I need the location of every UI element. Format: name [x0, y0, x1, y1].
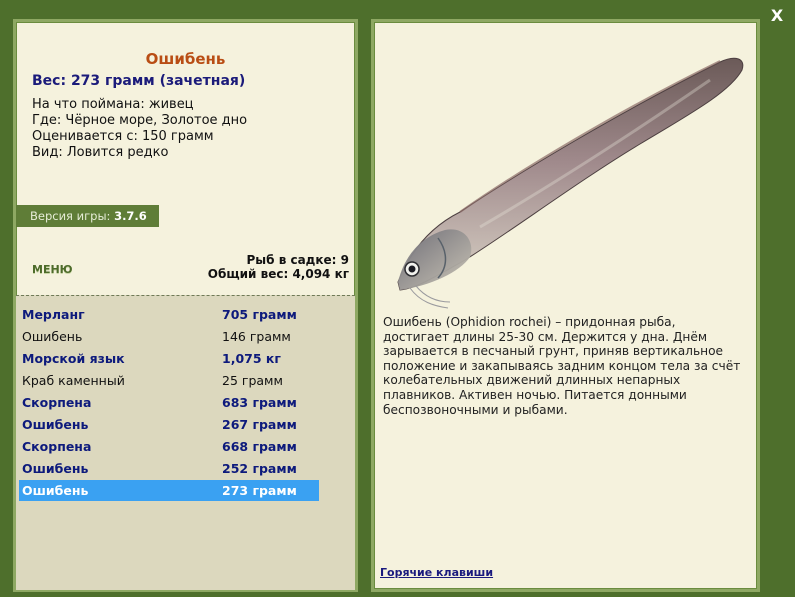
- row-fish-weight: 146 грамм: [222, 329, 291, 344]
- catch-list[interactable]: Мерланг 705 грамм Ошибень 146 грамм Морс…: [16, 295, 355, 590]
- row-fish-weight: 668 грамм: [222, 439, 297, 454]
- fish-detail-panel: Ошибень (Ophidion rochei) – придонная ры…: [371, 19, 760, 592]
- menu-button[interactable]: МЕНЮ: [32, 263, 73, 276]
- row-fish-weight: 705 грамм: [222, 307, 297, 322]
- fish-title: Ошибень: [145, 50, 226, 68]
- row-fish-name: Скорпена: [22, 395, 92, 410]
- row-fish-weight: 1,075 кг: [222, 351, 281, 366]
- row-fish-name: Ошибень: [22, 483, 89, 498]
- version-value: 3.7.6: [114, 209, 147, 223]
- catch-list-row[interactable]: Ошибень 267 грамм: [19, 414, 319, 435]
- row-fish-name: Скорпена: [22, 439, 92, 454]
- fish-description: Ошибень (Ophidion rochei) – придонная ры…: [383, 315, 741, 417]
- row-fish-name: Ошибень: [22, 417, 89, 432]
- hotkeys-link[interactable]: Горячие клавиши: [380, 566, 493, 579]
- rarity-info: Вид: Ловится редко: [32, 145, 169, 160]
- min-weight-info: Оценивается с: 150 грамм: [32, 129, 214, 144]
- catch-list-row[interactable]: Морской язык 1,075 кг: [19, 348, 319, 369]
- catch-list-row[interactable]: Ошибень 273 грамм: [19, 480, 319, 501]
- catch-list-row[interactable]: Ошибень 252 грамм: [19, 458, 319, 479]
- catch-list-row[interactable]: Мерланг 705 грамм: [19, 304, 319, 325]
- catch-list-row[interactable]: Скорпена 683 грамм: [19, 392, 319, 413]
- catch-list-row[interactable]: Ошибень 146 грамм: [19, 326, 319, 347]
- row-fish-weight: 25 грамм: [222, 373, 283, 388]
- fish-image: [397, 57, 744, 309]
- row-fish-name: Ошибень: [22, 329, 83, 344]
- catch-list-row[interactable]: Краб каменный 25 грамм: [19, 370, 319, 391]
- fish-weight: Вес: 273 грамм (зачетная): [32, 73, 246, 89]
- row-fish-name: Мерланг: [22, 307, 85, 322]
- row-fish-name: Морской язык: [22, 351, 125, 366]
- fish-info-panel: Ошибень Вес: 273 грамм (зачетная) На что…: [13, 19, 358, 592]
- version-label: Версия игры:: [30, 209, 111, 223]
- row-fish-weight: 683 грамм: [222, 395, 297, 410]
- fish-count: Рыб в садке: 9: [246, 253, 350, 267]
- row-fish-name: Ошибень: [22, 461, 89, 476]
- close-button[interactable]: X: [767, 6, 787, 26]
- row-fish-name: Краб каменный: [22, 373, 125, 388]
- location-info: Где: Чёрное море, Золотое дно: [32, 113, 248, 128]
- row-fish-weight: 273 грамм: [222, 483, 297, 498]
- row-fish-weight: 252 грамм: [222, 461, 297, 476]
- total-weight: Общий вес: 4,094 кг: [207, 267, 349, 281]
- bait-info: На что поймана: живец: [32, 97, 194, 112]
- version-bar: Версия игры: 3.7.6: [16, 205, 159, 227]
- catch-list-row[interactable]: Скорпена 668 грамм: [19, 436, 319, 457]
- row-fish-weight: 267 грамм: [222, 417, 297, 432]
